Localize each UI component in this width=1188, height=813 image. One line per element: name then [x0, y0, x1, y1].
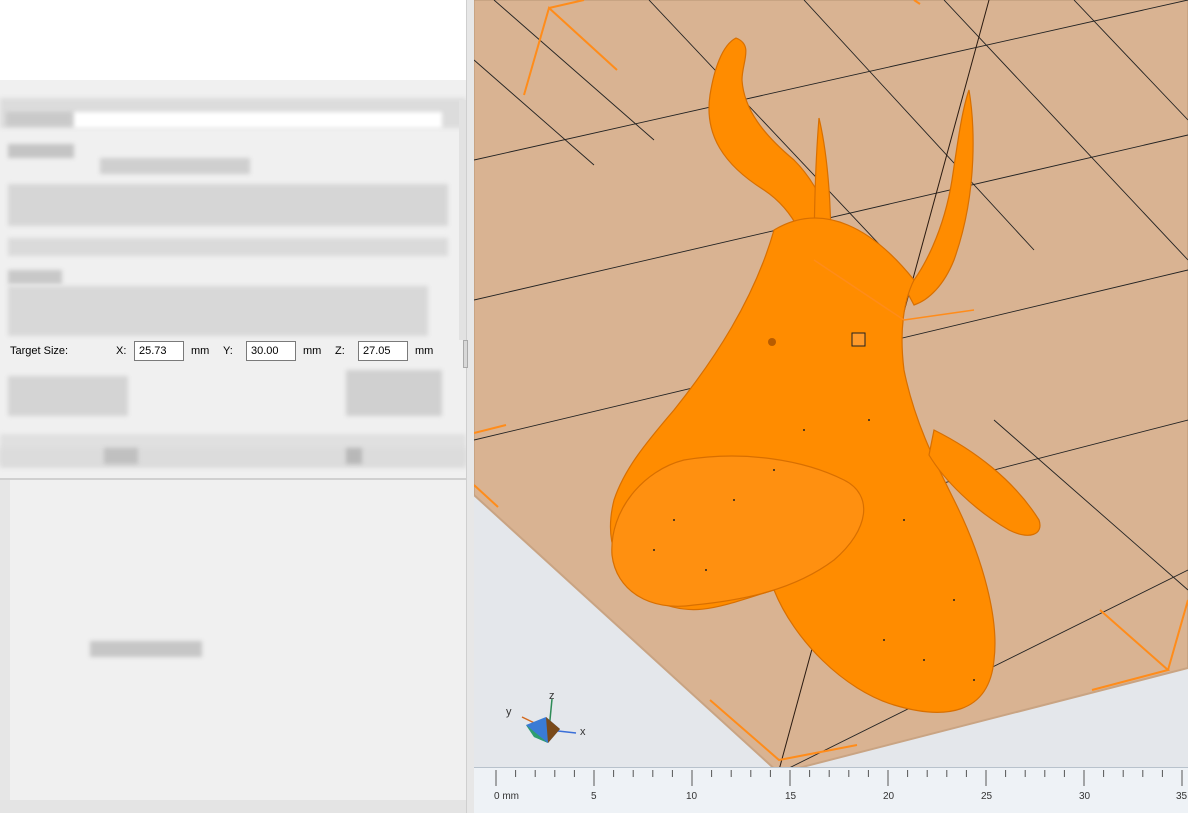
- obscured-field: [74, 112, 442, 128]
- panel-left-border: [0, 480, 10, 813]
- axis-x-label: x: [580, 726, 586, 738]
- target-size-row: Target Size: X: mm Y: mm Z: mm: [0, 339, 466, 365]
- panel-scrollbar[interactable]: [459, 100, 466, 340]
- obscured-row: [104, 448, 138, 464]
- obscured-section: [8, 144, 74, 158]
- axis-z-label: z: [549, 690, 555, 702]
- ruler-label: 5: [591, 791, 597, 802]
- y-label: Y:: [223, 345, 233, 357]
- ruler-label: 25: [981, 791, 993, 802]
- obscured-row: [8, 286, 428, 336]
- ruler-ticks: [495, 770, 1183, 786]
- target-size-label: Target Size:: [10, 345, 69, 357]
- target-size-y-input[interactable]: [246, 341, 296, 361]
- obscured-section: [100, 158, 250, 174]
- obscured-label: [90, 641, 202, 657]
- panel-bottom-bar: [0, 800, 466, 813]
- y-unit: mm: [303, 345, 322, 357]
- panel-header-area: [0, 0, 466, 80]
- splitter-grip[interactable]: [463, 340, 468, 368]
- ruler-label: 20: [883, 791, 895, 802]
- z-unit: mm: [415, 345, 434, 357]
- axis-orientation-widget[interactable]: z x y: [504, 685, 594, 755]
- ruler-label: 10: [686, 791, 698, 802]
- 3d-viewport[interactable]: z x y 0 mm 5 10 15 20 25 30 35: [474, 0, 1188, 813]
- ruler-label: 35: [1176, 791, 1188, 802]
- obscured-row: [8, 184, 448, 226]
- obscured-row: [0, 448, 466, 468]
- scale-settings-panel: [0, 80, 466, 813]
- x-unit: mm: [191, 345, 210, 357]
- target-size-z-input[interactable]: [358, 341, 408, 361]
- selection-marker: [851, 332, 866, 347]
- ruler-label: 30: [1079, 791, 1091, 802]
- axis-y-label: y: [506, 706, 512, 718]
- obscured-button: [346, 370, 442, 416]
- z-label: Z:: [335, 345, 345, 357]
- x-label: X:: [116, 345, 127, 357]
- obscured-icon: [6, 112, 72, 126]
- ruler-label: 0 mm: [494, 791, 519, 802]
- obscured-section: [8, 270, 62, 284]
- ruler-label: 15: [785, 791, 797, 802]
- panel-splitter[interactable]: [466, 0, 474, 813]
- obscured-row: [346, 448, 362, 464]
- obscured-row: [8, 238, 448, 256]
- target-size-x-input[interactable]: [134, 341, 184, 361]
- obscured-row: [8, 376, 128, 416]
- measurement-ruler: 0 mm 5 10 15 20 25 30 35: [474, 767, 1188, 813]
- panel-divider: [0, 478, 466, 480]
